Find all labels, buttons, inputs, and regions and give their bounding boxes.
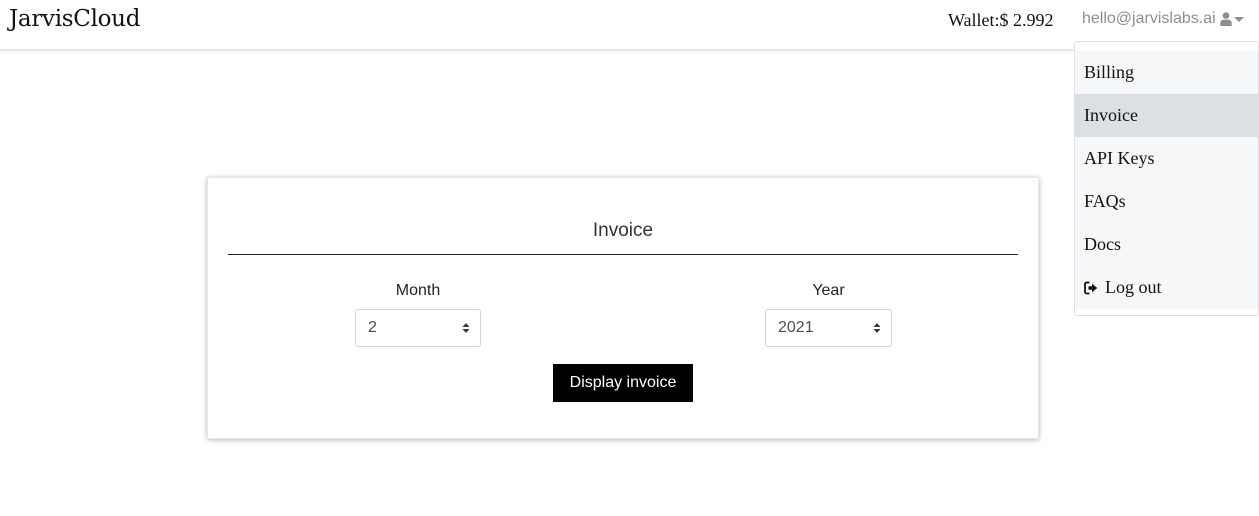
invoice-card: Invoice Month 2 Year 2021 Display invoic… <box>207 177 1039 439</box>
select-arrows-icon <box>873 323 881 333</box>
year-select-value: 2021 <box>778 319 814 336</box>
select-arrows-icon <box>462 323 470 333</box>
month-select-value: 2 <box>368 319 377 336</box>
month-label: Month <box>395 282 441 299</box>
menu-item-label: Billing <box>1084 62 1135 82</box>
title-divider <box>228 254 1018 255</box>
menu-item-api-keys[interactable]: API Keys <box>1075 137 1258 180</box>
menu-item-label: Docs <box>1084 234 1121 254</box>
menu-item-faqs[interactable]: FAQs <box>1075 180 1258 223</box>
user-icon <box>1219 12 1232 26</box>
wallet-balance: Wallet:$ 2.992 <box>948 10 1054 30</box>
display-invoice-button[interactable]: Display invoice <box>553 364 693 402</box>
menu-item-billing[interactable]: Billing <box>1075 51 1258 94</box>
sign-out-icon <box>1084 281 1098 294</box>
menu-item-label: API Keys <box>1084 148 1155 168</box>
year-select[interactable]: 2021 <box>765 309 892 347</box>
menu-item-logout[interactable]: Log out <box>1075 266 1258 309</box>
caret-down-icon <box>1233 17 1244 22</box>
user-email: hello@jarvislabs.ai <box>1082 10 1216 27</box>
invoice-title: Invoice <box>592 220 654 241</box>
menu-item-invoice[interactable]: Invoice <box>1075 94 1258 137</box>
menu-item-label: FAQs <box>1084 191 1126 211</box>
top-navbar: JarvisCloud Wallet:$ 2.992 hello@jarvisl… <box>0 0 1259 50</box>
menu-item-label: Invoice <box>1084 105 1138 125</box>
user-dropdown-menu: Billing Invoice API Keys FAQs Docs Log o… <box>1074 41 1259 316</box>
year-label: Year <box>812 282 845 299</box>
menu-item-label: Log out <box>1105 277 1162 297</box>
brand-logo-link[interactable]: JarvisCloud <box>9 4 140 34</box>
dropdown-item-list: Billing Invoice API Keys FAQs Docs Log o… <box>1075 51 1258 309</box>
user-menu-toggle[interactable]: hello@jarvislabs.ai <box>1082 8 1244 30</box>
menu-item-docs[interactable]: Docs <box>1075 223 1258 266</box>
month-select[interactable]: 2 <box>355 309 481 347</box>
